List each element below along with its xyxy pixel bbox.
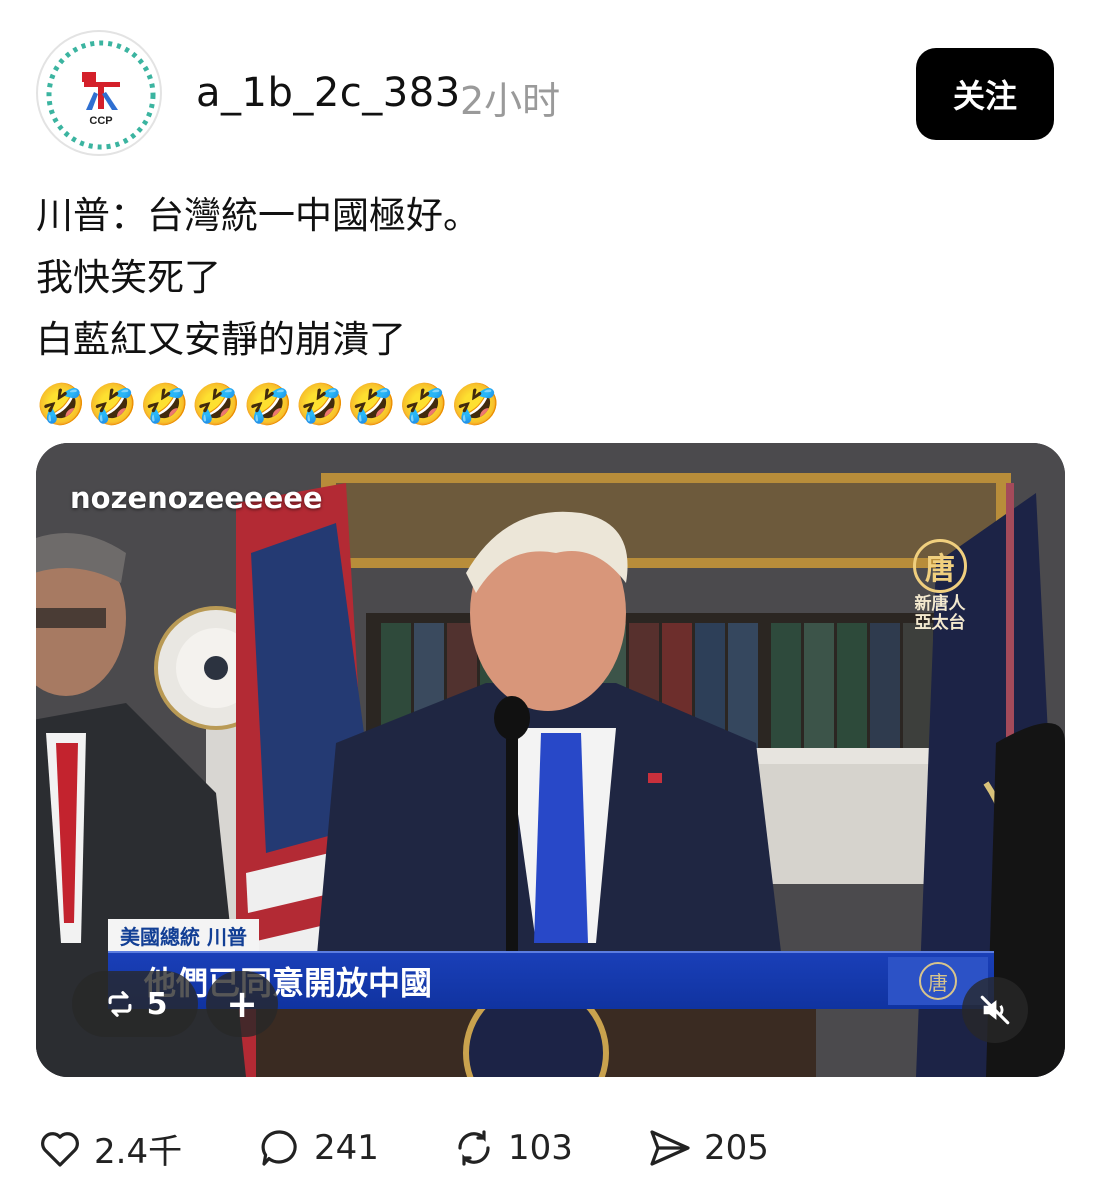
repost-count: 103 [508, 1128, 573, 1168]
ntd-logo: 唐 新唐人 亞太台 [904, 539, 976, 633]
plus-icon: + [226, 982, 258, 1026]
ntd-badge-icon: 唐 [919, 962, 957, 1000]
muted-speaker-icon [980, 995, 1010, 1025]
video-repost-count: 5 [146, 986, 168, 1022]
svg-text:CCP: CCP [89, 115, 112, 127]
username[interactable]: a_1b_2c_383 [196, 70, 461, 116]
post-line-2: 我快笑死了 [36, 256, 221, 299]
action-bar: 2.4千 241 103 205 [36, 1118, 1036, 1178]
comment-button[interactable]: 241 [256, 1118, 379, 1178]
comment-count: 241 [314, 1128, 379, 1168]
comment-icon [261, 1130, 297, 1166]
video-watermark: nozenozeeeeee [70, 481, 323, 515]
ccp-logo-icon: CCP [46, 40, 156, 150]
video-add-button[interactable]: + [206, 971, 278, 1037]
share-button[interactable]: 205 [646, 1118, 769, 1178]
video-player[interactable]: nozenozeeeeee 唐 新唐人 亞太台 美國總統 川普 他們已同意開放中… [36, 443, 1065, 1077]
post-line-3: 白藍紅又安靜的崩潰了 [36, 318, 406, 361]
post-header: CCP a_1b_2c_383 2小时 关注 [36, 30, 1066, 160]
like-count: 2.4千 [94, 1131, 183, 1172]
follow-button[interactable]: 关注 [916, 48, 1054, 140]
send-icon [650, 1130, 690, 1166]
mute-button[interactable] [962, 977, 1028, 1043]
avatar[interactable]: CCP [36, 30, 162, 156]
share-count: 205 [704, 1128, 769, 1168]
heart-icon [41, 1132, 79, 1167]
repost-icon [458, 1130, 490, 1166]
like-button[interactable]: 2.4千 [36, 1118, 182, 1178]
repost-button[interactable]: 103 [450, 1118, 573, 1178]
emoji-row: 🤣🤣🤣🤣🤣🤣🤣🤣🤣 [36, 382, 503, 428]
post-body: 川普：台灣統一中國極好。 我快笑死了 白藍紅又安靜的崩潰了 🤣🤣🤣🤣🤣🤣🤣🤣🤣 [36, 185, 1036, 435]
ntd-logo-text: 新唐人 亞太台 [914, 594, 966, 633]
caption-speaker-tag: 美國總統 川普 [108, 919, 259, 952]
ntd-logo-icon: 唐 [913, 539, 967, 593]
repost-icon [108, 991, 132, 1017]
video-repost-button[interactable]: 5 [72, 971, 198, 1037]
post-line-1: 川普：台灣統一中國極好。 [36, 194, 480, 237]
post-time: 2小时 [460, 79, 561, 123]
